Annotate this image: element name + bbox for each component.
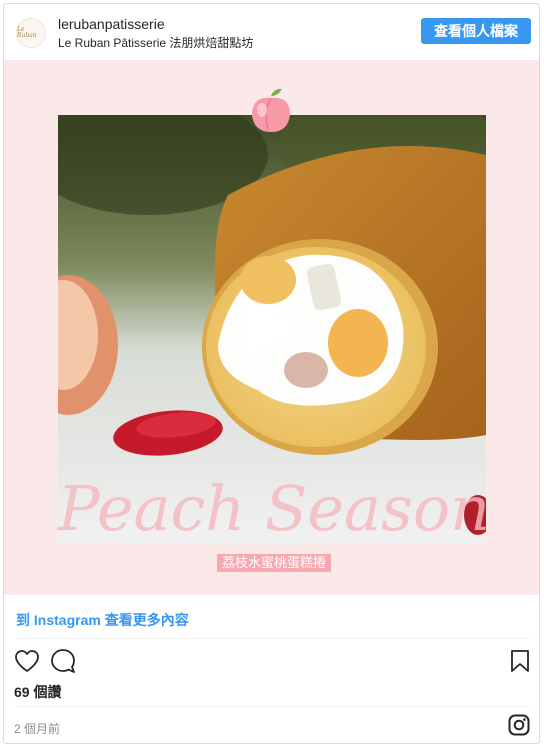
account-subtitle: Le Ruban Pâtisserie 法朋烘焙甜點坊 (58, 36, 254, 50)
peach-icon (252, 88, 290, 132)
bookmark-icon[interactable] (510, 649, 530, 673)
divider (16, 638, 529, 639)
comment-icon[interactable] (50, 648, 76, 674)
divider (16, 706, 529, 707)
post-header: Le Ruban lerubanpatisserie Le Ruban Pâti… (4, 4, 539, 60)
peach-season-script-overlay: Peach Season (57, 472, 490, 545)
post-timestamp[interactable]: 2 個月前 (14, 720, 60, 737)
instagram-icon[interactable] (508, 714, 530, 736)
avatar[interactable]: Le Ruban (16, 18, 46, 48)
instagram-embed-card: Le Ruban lerubanpatisserie Le Ruban Pâti… (3, 3, 540, 744)
like-count[interactable]: 69 個讚 (14, 682, 61, 702)
post-media[interactable]: Peach Season 荔枝水蜜桃蛋糕捲 (4, 60, 539, 595)
peach-season-text: Peach Season (57, 472, 490, 545)
view-more-on-instagram-link[interactable]: 到 Instagram 查看更多內容 (16, 610, 189, 630)
view-profile-button[interactable]: 查看個人檔案 (421, 18, 531, 44)
play-icon[interactable] (242, 296, 306, 360)
heart-icon[interactable] (14, 649, 40, 673)
username[interactable]: lerubanpatisserie (58, 16, 165, 32)
product-name-tag: 荔枝水蜜桃蛋糕捲 (217, 554, 332, 572)
avatar-logo-text: Le Ruban (17, 26, 37, 39)
